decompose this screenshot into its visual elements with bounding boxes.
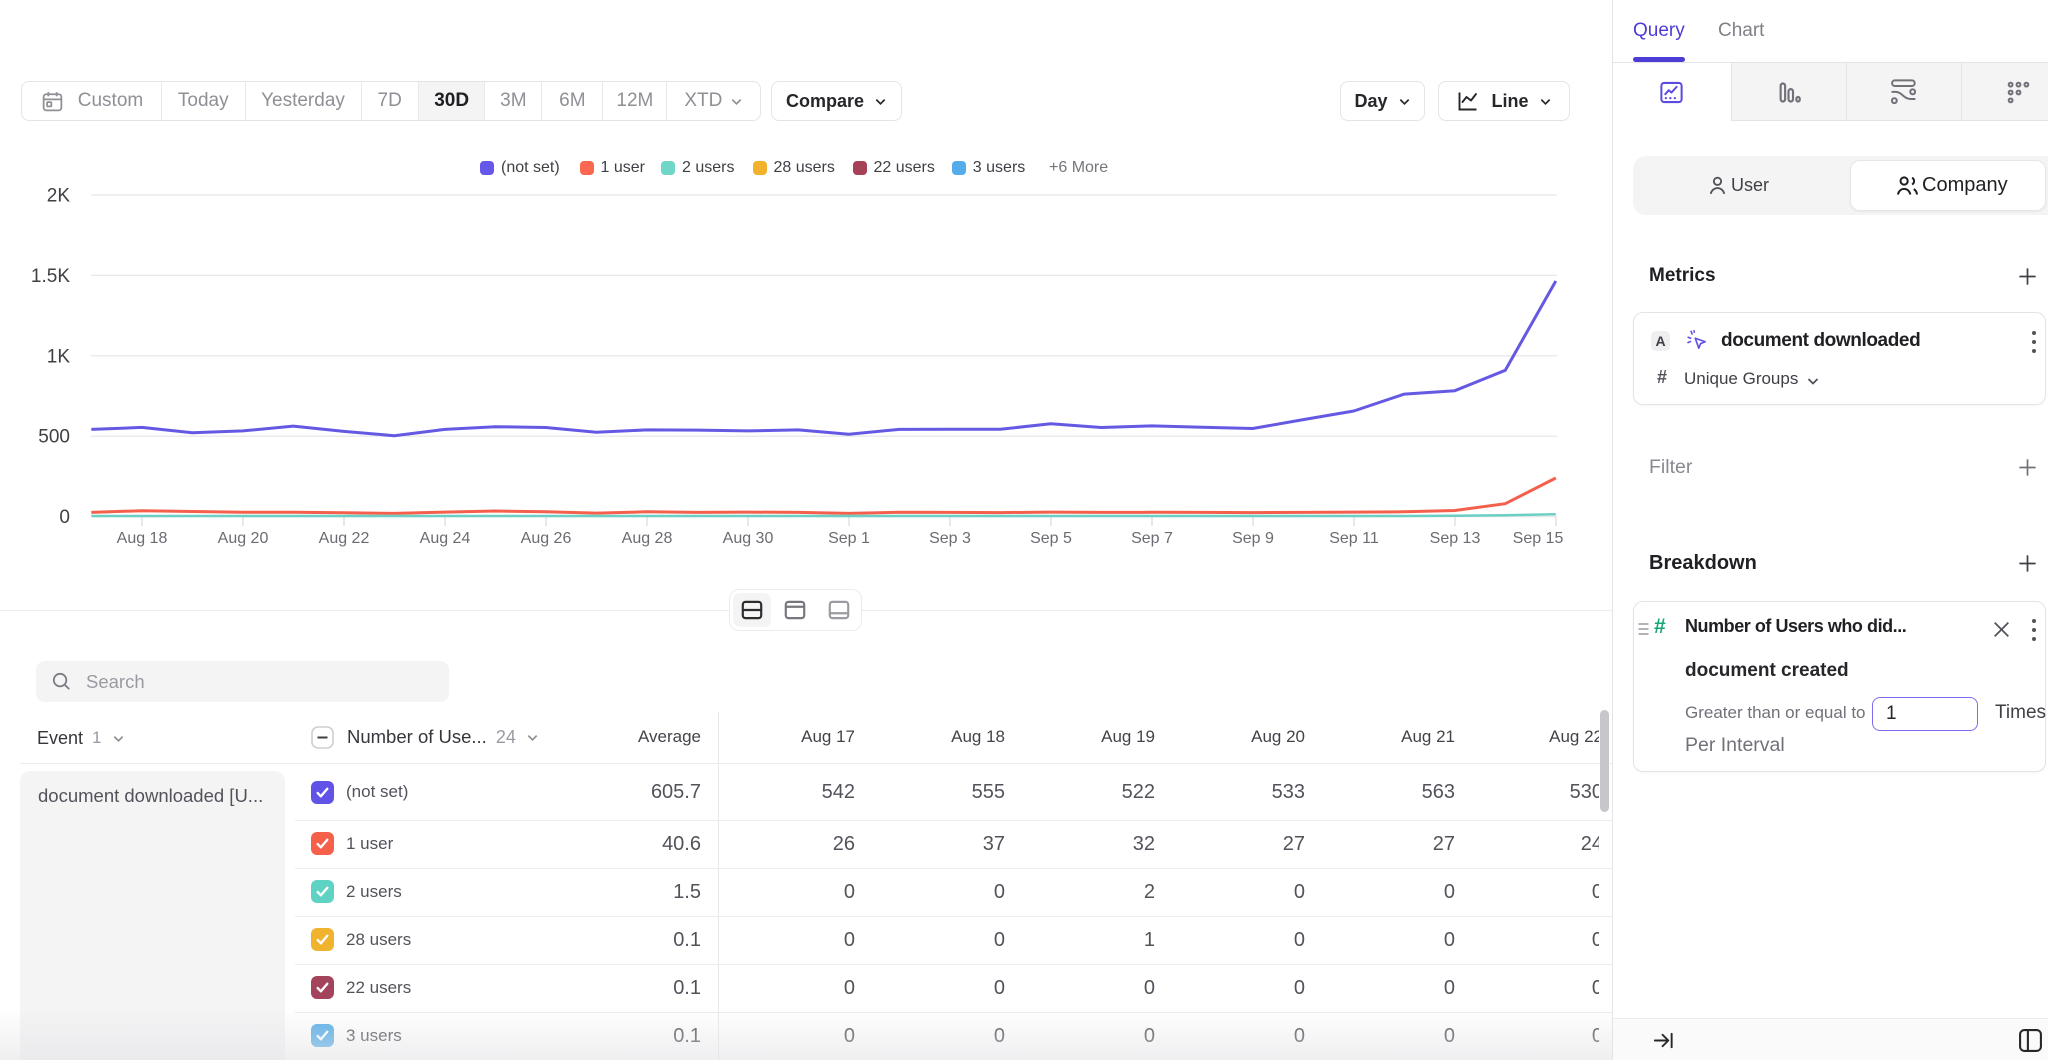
- svg-text:Aug 24: Aug 24: [420, 530, 471, 547]
- svg-text:Sep 3: Sep 3: [929, 530, 971, 547]
- svg-text:Aug 26: Aug 26: [521, 530, 572, 547]
- svg-text:Aug 30: Aug 30: [723, 530, 774, 547]
- svg-text:2K: 2K: [47, 186, 71, 207]
- svg-text:Aug 22: Aug 22: [319, 530, 370, 547]
- svg-text:Sep 11: Sep 11: [1329, 530, 1379, 547]
- svg-text:Sep 9: Sep 9: [1232, 530, 1274, 547]
- svg-text:Sep 5: Sep 5: [1030, 530, 1072, 547]
- svg-text:Aug 20: Aug 20: [218, 530, 269, 547]
- svg-text:Sep 7: Sep 7: [1131, 530, 1173, 547]
- svg-text:1.5K: 1.5K: [31, 266, 70, 287]
- svg-text:500: 500: [38, 427, 70, 448]
- svg-text:1K: 1K: [47, 346, 71, 367]
- svg-text:Sep 13: Sep 13: [1430, 530, 1481, 547]
- svg-text:Aug 28: Aug 28: [622, 530, 673, 547]
- svg-text:Aug 18: Aug 18: [117, 530, 168, 547]
- svg-text:Sep 15: Sep 15: [1513, 530, 1564, 547]
- svg-text:0: 0: [59, 507, 70, 528]
- svg-text:Sep 1: Sep 1: [828, 530, 870, 547]
